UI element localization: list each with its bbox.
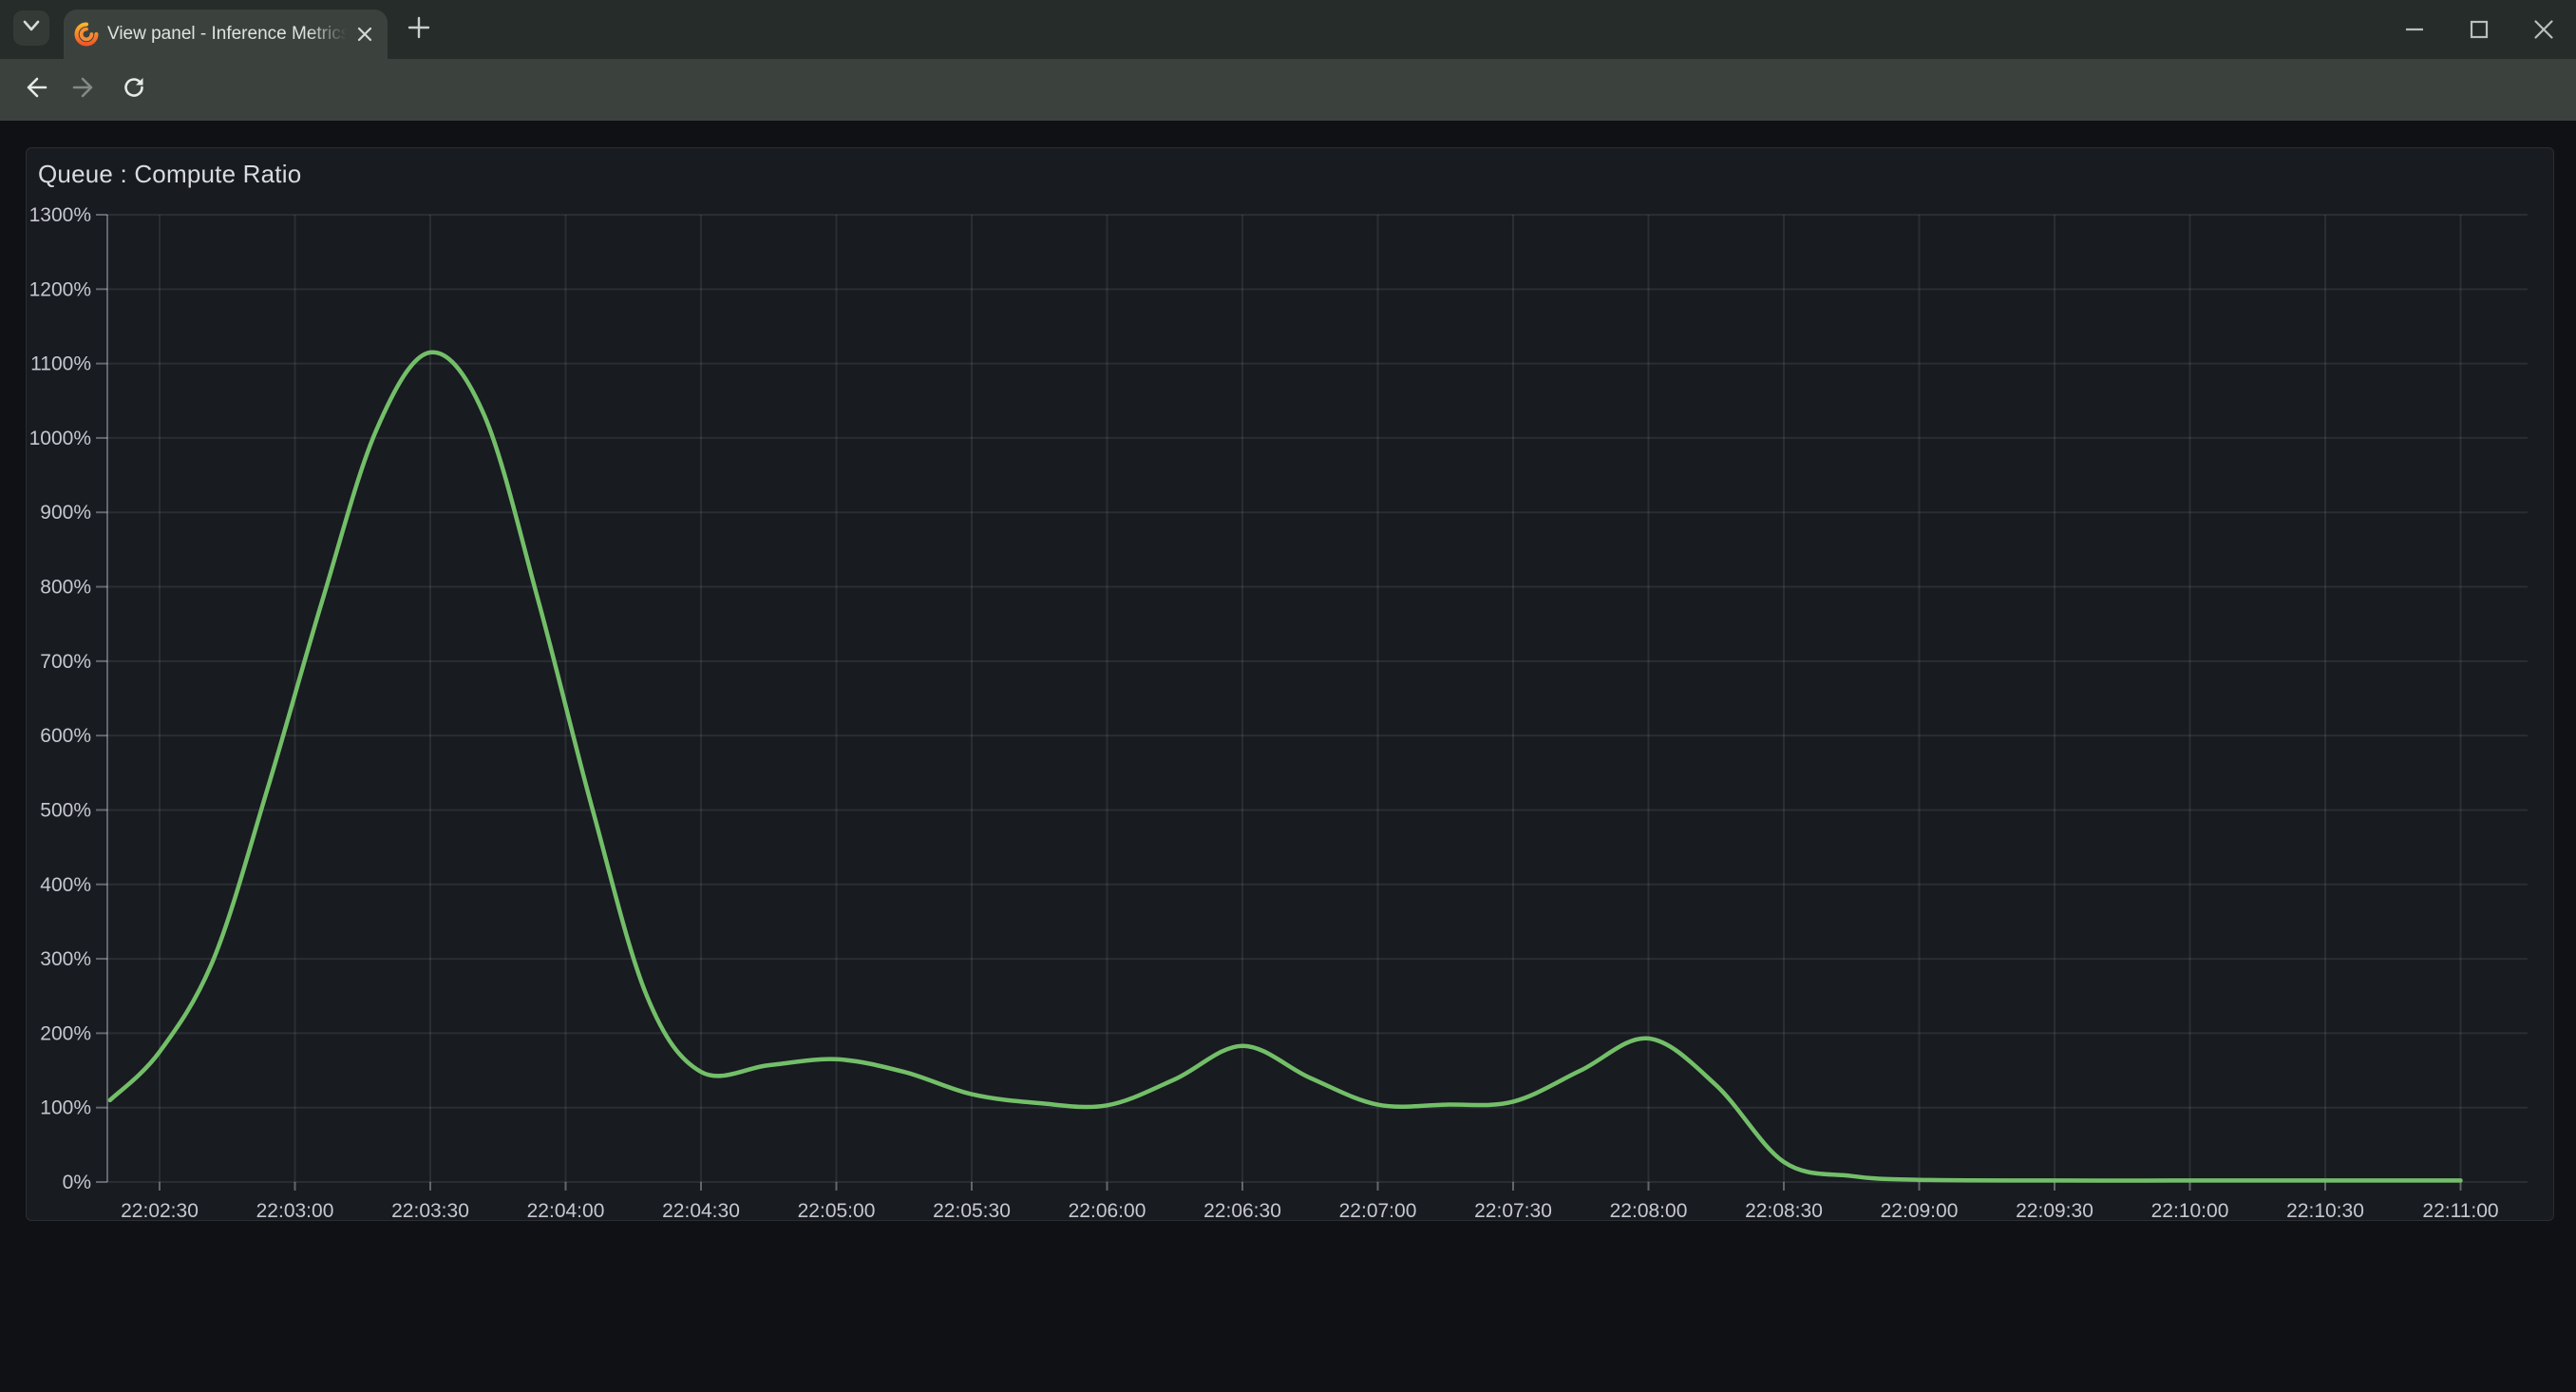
forward-arrow-icon <box>71 74 98 105</box>
back-arrow-icon <box>22 74 48 105</box>
y-tick-label: 1100% <box>30 353 91 375</box>
x-tick-label: 22:10:30 <box>2286 1200 2364 1220</box>
x-tick-label: 22:11:00 <box>2422 1200 2498 1220</box>
x-tick-label: 22:04:30 <box>662 1200 740 1220</box>
browser-tab[interactable]: View panel - Inference Metrics - Dashboa… <box>64 10 388 59</box>
x-tick-label: 22:06:00 <box>1069 1200 1146 1220</box>
panel-title: Queue : Compute Ratio <box>38 160 301 189</box>
browser-toolbar: 127.0.0.1:8080/d/fdklsxg5qqyo0c/inferenc… <box>0 59 2576 121</box>
x-tick-label: 22:08:30 <box>1745 1200 1823 1220</box>
plus-icon <box>407 15 431 45</box>
x-tick-label: 22:04:00 <box>527 1200 605 1220</box>
time-series-line <box>110 353 2461 1181</box>
x-tick-label: 22:02:30 <box>121 1200 199 1220</box>
x-tick-label: 22:05:30 <box>933 1200 1011 1220</box>
browser-titlebar: View panel - Inference Metrics - Dashboa… <box>0 0 2576 59</box>
browser-window: View panel - Inference Metrics - Dashboa… <box>0 0 2576 1392</box>
y-tick-label: 500% <box>40 799 91 821</box>
x-tick-label: 22:06:30 <box>1203 1200 1281 1220</box>
grafana-panel: 0% 100% 200% 300% 400% 500% 600% 700% 800% 900% 10… <box>26 147 2554 1221</box>
y-axis-labels: 0% 100% 200% 300% 400% 500% 600% 700% 800% 900% 10… <box>29 204 91 1193</box>
y-tick-label: 200% <box>40 1022 91 1044</box>
x-tick-label: 22:09:30 <box>2016 1200 2093 1220</box>
y-tick-label: 800% <box>40 577 91 599</box>
close-window-button[interactable] <box>2530 16 2557 43</box>
y-tick-label: 0% <box>63 1172 91 1193</box>
chevron-down-icon <box>22 19 41 37</box>
x-axis-labels: 22:02:30 22:03:00 22:03:30 22:04:00 22:04:30… <box>121 1200 2498 1220</box>
grafana-favicon-icon <box>74 22 99 47</box>
time-series-chart: 0% 100% 200% 300% 400% 500% 600% 700% 800% 900% 10… <box>27 148 2553 1220</box>
page-content: 0% 100% 200% 300% 400% 500% 600% 700% 800% 900% 10… <box>0 121 2576 1392</box>
x-tick-label: 22:03:00 <box>256 1200 334 1220</box>
y-tick-label: 1200% <box>29 278 91 300</box>
tab-title: View panel - Inference Metrics - Dashboa… <box>107 24 347 45</box>
y-tick-label: 1000% <box>29 428 91 449</box>
y-tick-label: 700% <box>40 651 91 673</box>
tab-close-icon[interactable] <box>353 23 376 46</box>
forward-button[interactable] <box>63 68 106 112</box>
y-tick-label: 300% <box>40 948 91 970</box>
x-tick-label: 22:10:00 <box>2151 1200 2229 1220</box>
reload-icon <box>121 74 147 105</box>
x-tick-label: 22:03:30 <box>391 1200 469 1220</box>
y-tick-label: 600% <box>40 725 91 747</box>
minimize-button[interactable] <box>2401 16 2428 43</box>
x-tick-label: 22:09:00 <box>1881 1200 1959 1220</box>
new-tab-button[interactable] <box>403 13 435 46</box>
x-tick-label: 22:07:30 <box>1474 1200 1552 1220</box>
maximize-button[interactable] <box>2466 16 2492 43</box>
window-controls <box>2401 0 2568 59</box>
tab-search-button[interactable] <box>13 10 49 46</box>
x-tick-label: 22:05:00 <box>798 1200 876 1220</box>
reload-button[interactable] <box>112 68 156 112</box>
x-tick-label: 22:07:00 <box>1339 1200 1417 1220</box>
x-tick-label: 22:08:00 <box>1610 1200 1688 1220</box>
y-tick-label: 400% <box>40 874 91 896</box>
y-tick-label: 900% <box>40 502 91 524</box>
grid-lines <box>107 215 2528 1182</box>
back-button[interactable] <box>13 68 57 112</box>
y-tick-label: 1300% <box>29 204 91 226</box>
y-tick-label: 100% <box>40 1097 91 1119</box>
